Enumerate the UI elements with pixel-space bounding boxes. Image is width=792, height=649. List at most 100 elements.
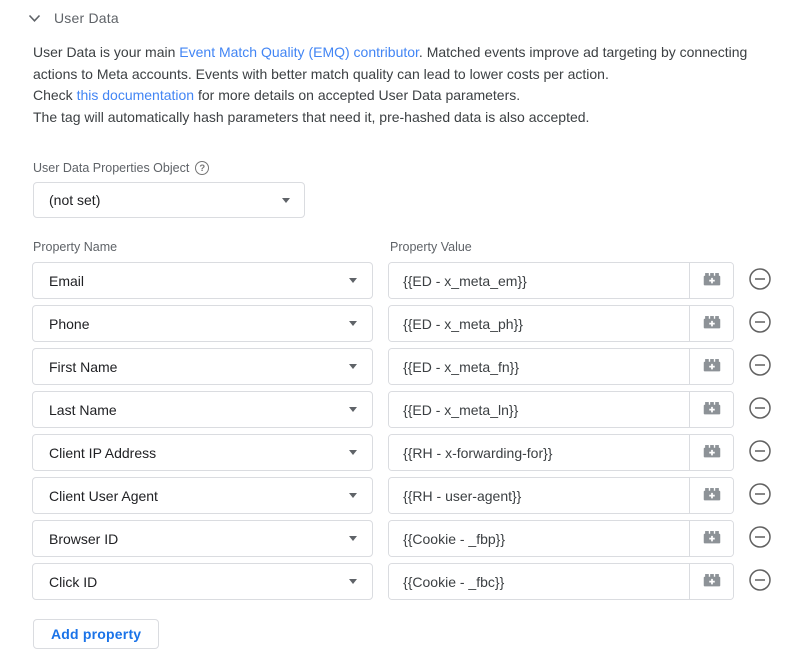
property-rows: Email {{ED - x_meta_em}} Phone {{ED - x_… — [32, 262, 772, 600]
property-name-select[interactable]: Click ID — [32, 563, 374, 600]
add-property-button[interactable]: Add property — [33, 619, 160, 649]
properties-object-select[interactable]: (not set) — [33, 182, 305, 218]
property-name-select[interactable]: Browser ID — [32, 520, 374, 557]
minus-circle-icon — [748, 568, 772, 595]
property-row: Email — [32, 262, 772, 299]
remove-property-button[interactable] — [748, 439, 772, 466]
property-value-field — [388, 477, 734, 514]
caret-down-icon — [349, 364, 358, 369]
minus-circle-icon — [748, 525, 772, 552]
property-name-value: First Name — [49, 358, 118, 375]
description-text: User Data is your main — [33, 44, 180, 60]
property-row: Client IP Address — [32, 434, 772, 471]
description-text: Check — [33, 87, 77, 103]
property-value-input[interactable] — [389, 521, 689, 556]
property-value-header: Property Value — [390, 240, 472, 254]
property-value-input[interactable] — [389, 392, 689, 427]
remove-property-button[interactable] — [748, 568, 772, 595]
property-row: Phone — [32, 305, 772, 342]
minus-circle-icon — [748, 310, 772, 337]
minus-circle-icon — [748, 439, 772, 466]
property-value-input[interactable] — [389, 478, 689, 513]
brick-plus-icon — [701, 569, 723, 594]
remove-property-button[interactable] — [748, 353, 772, 380]
property-name-select[interactable]: Phone — [32, 305, 374, 342]
properties-object-value: (not set) — [49, 192, 101, 208]
property-name-value: Last Name — [49, 401, 117, 418]
variable-picker-button[interactable] — [689, 263, 733, 298]
property-value-input[interactable] — [389, 564, 689, 599]
property-name-select[interactable]: Client IP Address — [32, 434, 374, 471]
help-icon[interactable]: ? — [195, 161, 210, 175]
property-name-value: Client IP Address — [49, 444, 157, 461]
brick-plus-icon — [701, 311, 723, 336]
property-name-header: Property Name — [33, 240, 118, 254]
property-name-value: Client User Agent — [49, 487, 158, 504]
caret-down-icon — [349, 407, 358, 412]
property-value-field — [388, 434, 734, 471]
column-headers: Property Name Property Value — [33, 240, 772, 254]
brick-plus-icon — [701, 440, 723, 465]
remove-property-button[interactable] — [748, 482, 772, 509]
property-value-input[interactable] — [389, 306, 689, 341]
property-name-value: Phone — [49, 315, 90, 332]
chevron-down-icon[interactable] — [28, 14, 41, 23]
variable-picker-button[interactable] — [689, 564, 733, 599]
property-name-select[interactable]: First Name — [32, 348, 374, 385]
section-header-user-data[interactable]: User Data — [28, 8, 772, 28]
minus-circle-icon — [748, 396, 772, 423]
properties-object-label: User Data Properties Object ? — [33, 161, 772, 175]
minus-circle-icon — [748, 482, 772, 509]
remove-property-button[interactable] — [748, 525, 772, 552]
property-value-field — [388, 563, 734, 600]
brick-plus-icon — [701, 483, 723, 508]
caret-down-icon — [349, 321, 358, 326]
property-name-select[interactable]: Last Name — [32, 391, 374, 428]
brick-plus-icon — [701, 268, 723, 293]
property-row: Click ID — [32, 563, 772, 600]
remove-property-button[interactable] — [748, 267, 772, 294]
section-description: User Data is your main Event Match Quali… — [33, 42, 768, 128]
documentation-link[interactable]: this documentation — [77, 87, 195, 103]
property-name-select[interactable]: Client User Agent — [32, 477, 374, 514]
property-row: Client User Agent — [32, 477, 772, 514]
brick-plus-icon — [701, 397, 723, 422]
section-title: User Data — [54, 10, 119, 26]
brick-plus-icon — [701, 354, 723, 379]
property-name-value: Browser ID — [49, 530, 119, 547]
caret-down-icon — [349, 278, 358, 283]
property-value-input[interactable] — [389, 263, 689, 298]
brick-plus-icon — [701, 526, 723, 551]
property-row: Last Name — [32, 391, 772, 428]
remove-property-button[interactable] — [748, 396, 772, 423]
emq-contributor-link[interactable]: Event Match Quality (EMQ) contributor — [179, 44, 419, 60]
property-value-field — [388, 520, 734, 557]
variable-picker-button[interactable] — [689, 478, 733, 513]
caret-down-icon — [349, 450, 358, 455]
minus-circle-icon — [748, 267, 772, 294]
property-name-value: Click ID — [49, 573, 98, 590]
user-data-section: User Data User Data is your main Event M… — [0, 0, 792, 649]
variable-picker-button[interactable] — [689, 306, 733, 341]
property-row: Browser ID — [32, 520, 772, 557]
property-value-field — [388, 262, 734, 299]
property-value-input[interactable] — [389, 349, 689, 384]
variable-picker-button[interactable] — [689, 392, 733, 427]
variable-picker-button[interactable] — [689, 349, 733, 384]
variable-picker-button[interactable] — [689, 435, 733, 470]
caret-down-icon — [349, 493, 358, 498]
property-value-field — [388, 348, 734, 385]
variable-picker-button[interactable] — [689, 521, 733, 556]
description-text: The tag will automatically hash paramete… — [33, 108, 590, 125]
property-name-select[interactable]: Email — [32, 262, 374, 299]
caret-down-icon — [282, 197, 290, 203]
description-text: for more details on accepted User Data p… — [194, 87, 521, 103]
caret-down-icon — [349, 536, 358, 541]
property-row: First Name — [32, 348, 772, 385]
caret-down-icon — [349, 579, 358, 584]
property-value-field — [388, 305, 734, 342]
minus-circle-icon — [748, 353, 772, 380]
remove-property-button[interactable] — [748, 310, 772, 337]
property-value-input[interactable] — [389, 435, 689, 470]
property-name-value: Email — [49, 272, 85, 289]
